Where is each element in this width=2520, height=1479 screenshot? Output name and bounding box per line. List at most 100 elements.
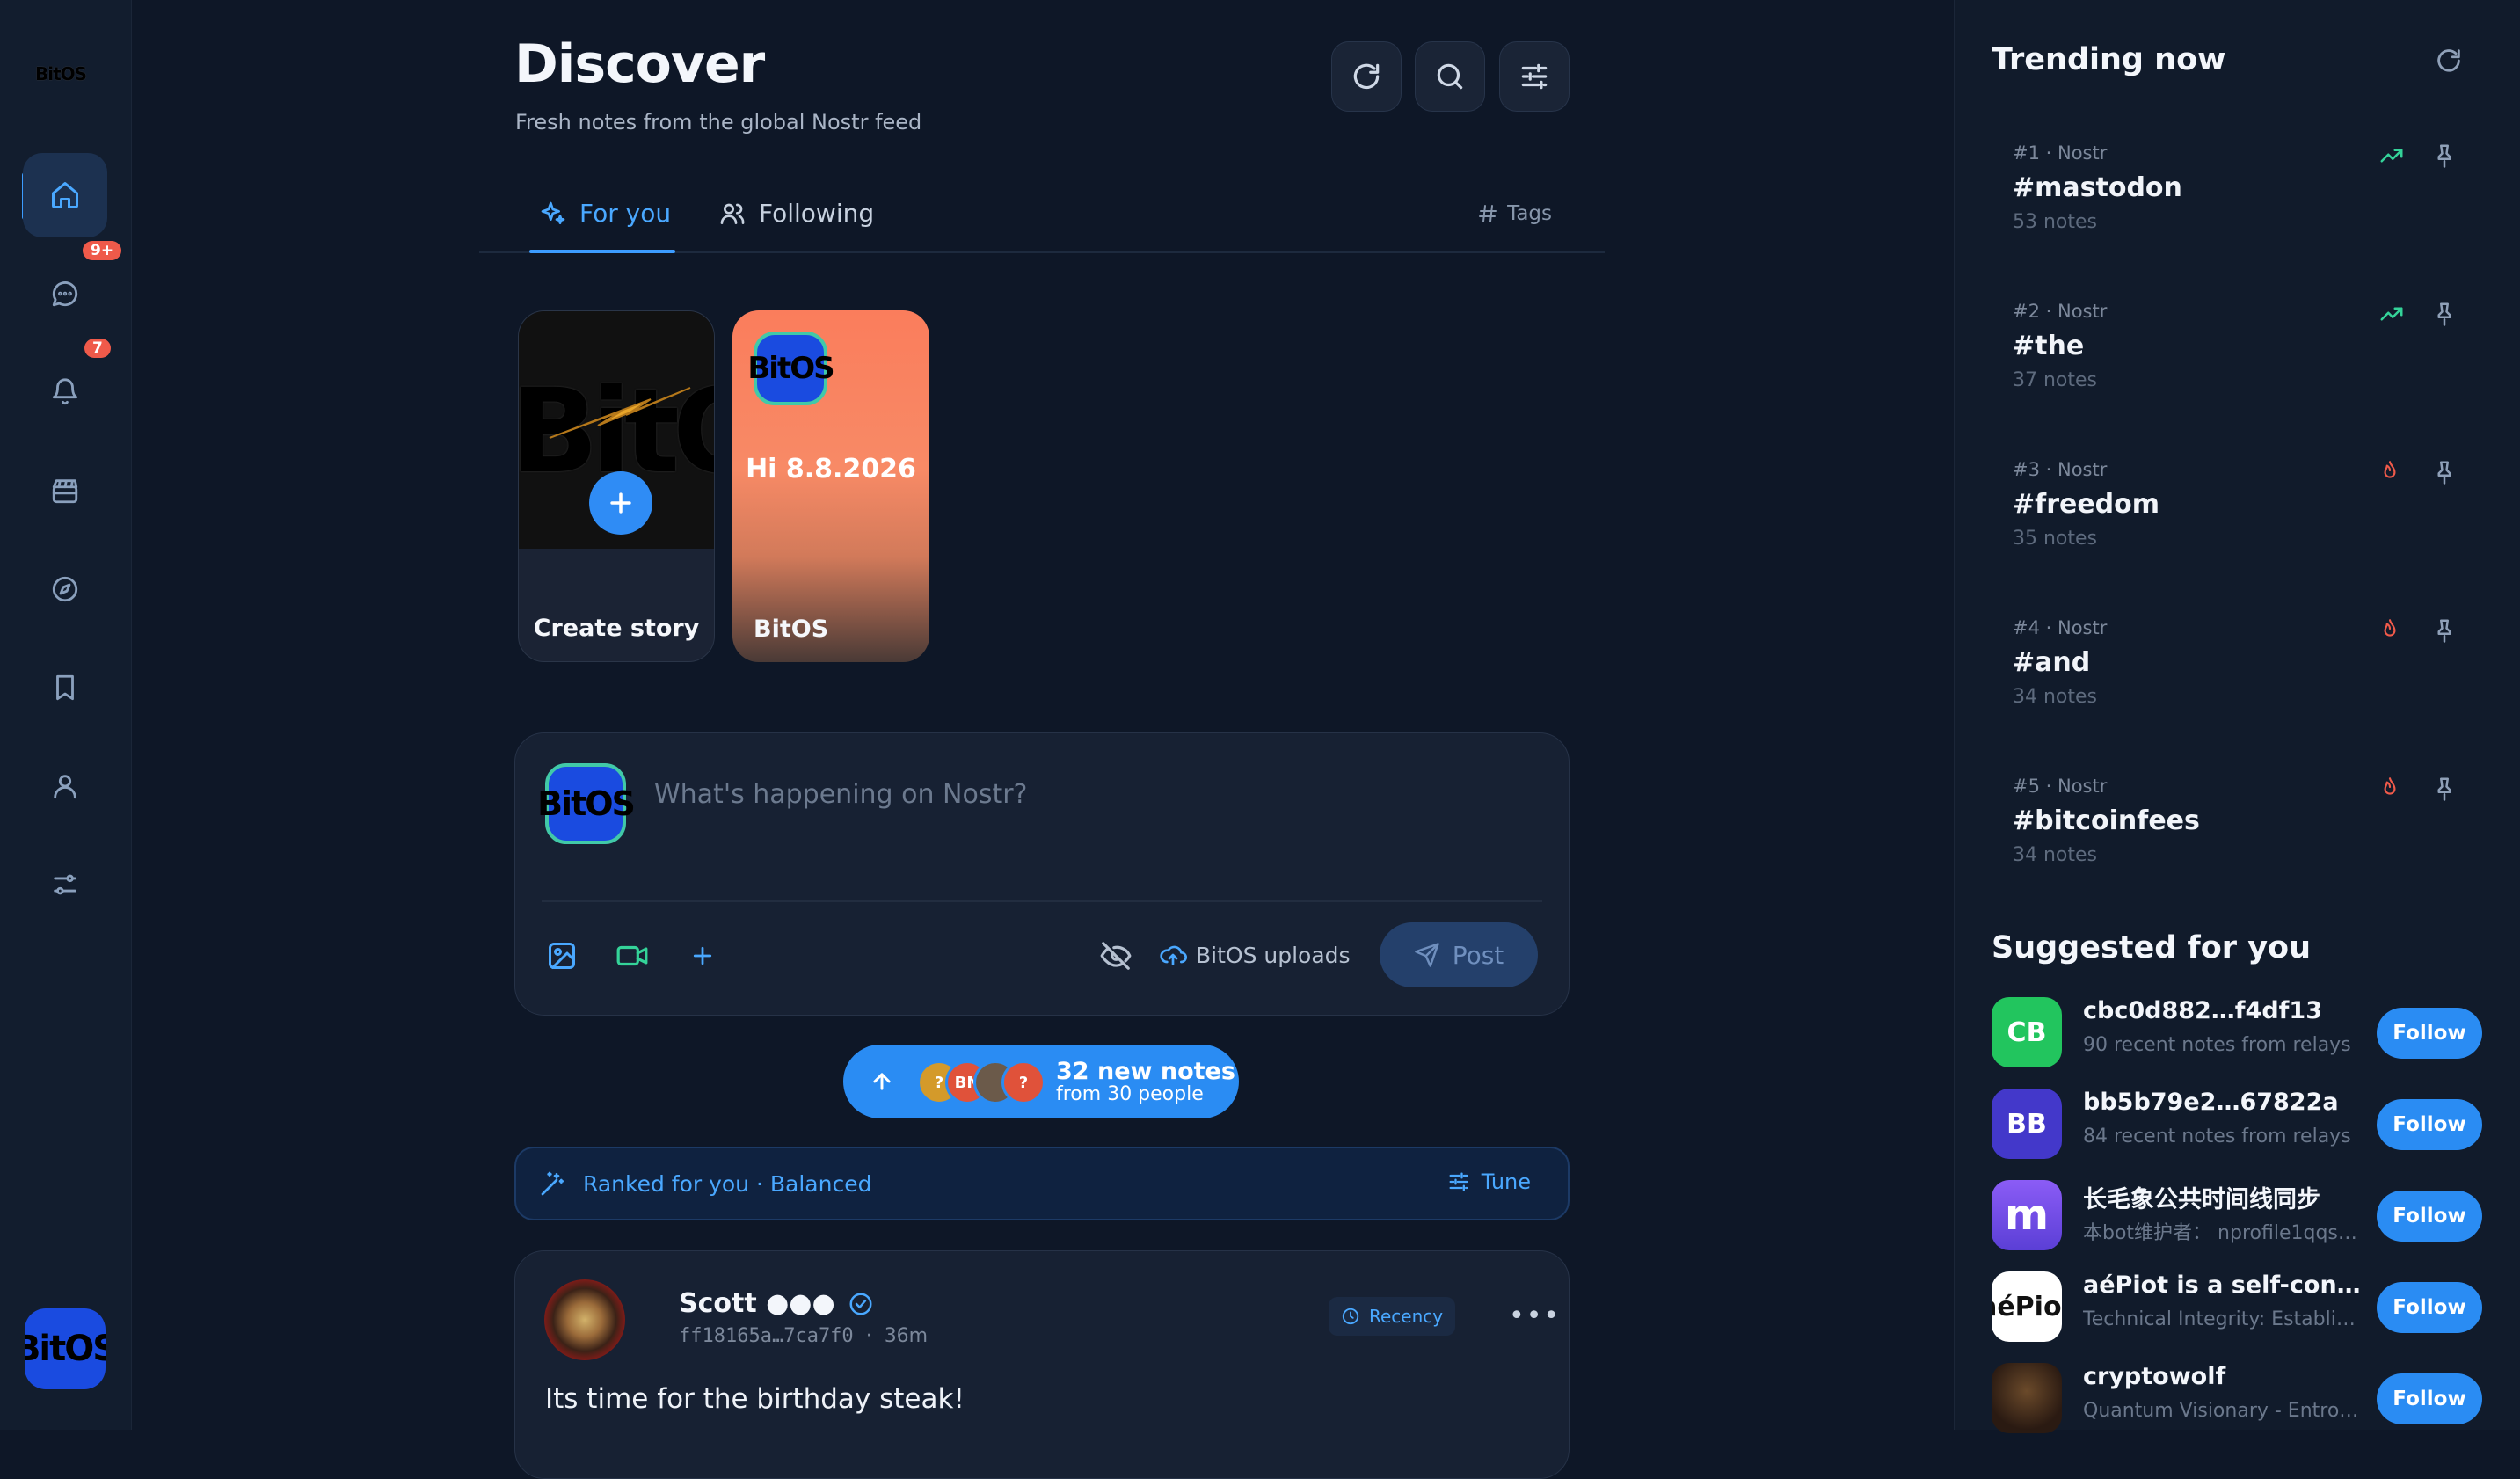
- suggested-name[interactable]: 长毛象公共时间线同步: [2083, 1180, 2364, 1214]
- divider: [542, 900, 1542, 902]
- suggested-description: Technical Integrity: Establish...: [2083, 1308, 2363, 1330]
- cloud-upload-icon: [1159, 941, 1187, 969]
- nav-settings[interactable]: [23, 842, 107, 927]
- trending-refresh-button[interactable]: [2434, 46, 2464, 76]
- plus-icon: [606, 488, 636, 518]
- clock-icon: [1341, 1307, 1360, 1326]
- add-more-button[interactable]: [682, 936, 723, 976]
- tab-active-underline: [529, 250, 675, 253]
- suggested-name[interactable]: cbc0d882…f4df13: [2083, 997, 2364, 1024]
- suggested-avatar[interactable]: CB: [1992, 997, 2062, 1067]
- refresh-icon: [1350, 60, 1383, 93]
- lightning-bolt-icon: [549, 387, 691, 439]
- uploads-selector[interactable]: BitOS uploads: [1159, 941, 1351, 969]
- suggested-name[interactable]: aéPiot is a self-contain...: [2083, 1271, 2364, 1299]
- messages-badge: 9+: [83, 241, 122, 260]
- trending-tag: #and: [2013, 647, 2091, 678]
- nav-home[interactable]: [23, 153, 107, 237]
- trending-item[interactable]: #3 · Nostr #freedom 35 notes: [1992, 440, 2493, 584]
- magic-wand-icon: [539, 1169, 567, 1198]
- post-label: Post: [1452, 940, 1504, 970]
- filter-button[interactable]: [1499, 41, 1570, 112]
- trending-up-icon: [2378, 142, 2405, 169]
- recency-badge: Recency: [1329, 1297, 1456, 1336]
- nav-notifications[interactable]: [23, 350, 107, 434]
- composer-input[interactable]: What's happening on Nostr?: [654, 779, 1027, 810]
- post-more-button[interactable]: •••: [1509, 1300, 1561, 1331]
- follow-button[interactable]: Follow: [2377, 1373, 2482, 1424]
- follow-button[interactable]: Follow: [2377, 1191, 2482, 1242]
- nav-messages[interactable]: [23, 251, 107, 336]
- post-body: Its time for the birthday steak!: [545, 1383, 965, 1415]
- tags-button[interactable]: Tags: [1477, 202, 1552, 225]
- refresh-button[interactable]: [1331, 41, 1402, 112]
- trending-up-icon: [2378, 301, 2405, 327]
- author-name[interactable]: Scott ●●●: [679, 1288, 874, 1319]
- trending-count: 37 notes: [2013, 369, 2098, 391]
- tab-following-label: Following: [759, 199, 875, 228]
- suggested-user: CB cbc0d882…f4df13 90 recent notes from re…: [1992, 994, 2510, 1073]
- content-warning-toggle[interactable]: [1096, 936, 1136, 976]
- create-story-card[interactable]: BitOS Create story: [518, 310, 715, 662]
- post-meta: ff18165a…7ca7f0 · 36m: [679, 1325, 928, 1347]
- pin-icon[interactable]: [2431, 776, 2458, 802]
- suggested-avatar[interactable]: BB: [1992, 1089, 2062, 1159]
- avatar: ?: [1001, 1060, 1045, 1104]
- search-button[interactable]: [1415, 41, 1485, 112]
- trending-item[interactable]: #2 · Nostr #the 37 notes: [1992, 281, 2493, 426]
- pin-icon[interactable]: [2431, 142, 2458, 169]
- notifications-badge: 7: [84, 339, 111, 358]
- suggested-name[interactable]: bb5b79e2…67822a: [2083, 1089, 2364, 1116]
- tags-label: Tags: [1507, 202, 1552, 225]
- suggested-description: Quantum Visionary - Entrop...: [2083, 1400, 2363, 1422]
- pin-icon[interactable]: [2431, 459, 2458, 485]
- suggested-name[interactable]: cryptowolf: [2083, 1363, 2364, 1390]
- suggested-avatar[interactable]: [1992, 1363, 2062, 1433]
- suggested-user: aéPiot aéPiot is a self-contain... Technic…: [1992, 1268, 2510, 1347]
- trending-count: 35 notes: [2013, 528, 2098, 550]
- author-pubkey[interactable]: ff18165a…7ca7f0: [679, 1325, 854, 1347]
- post-button[interactable]: Post: [1380, 922, 1538, 987]
- trending-tag: #mastodon: [2013, 172, 2182, 203]
- follow-button[interactable]: Follow: [2377, 1008, 2482, 1059]
- add-story-button[interactable]: [589, 471, 652, 535]
- sparkles-icon: [539, 200, 567, 228]
- compass-icon: [50, 574, 80, 604]
- app-logo[interactable]: BitOS: [35, 63, 91, 84]
- tab-following[interactable]: Following: [718, 199, 874, 228]
- add-video-button[interactable]: [612, 936, 652, 976]
- add-image-button[interactable]: [542, 936, 582, 976]
- account-avatar[interactable]: BitOS: [25, 1308, 106, 1389]
- flame-icon: [2378, 459, 2401, 482]
- ranking-bar: Ranked for you · Balanced Tune: [514, 1147, 1570, 1220]
- pin-icon[interactable]: [2431, 617, 2458, 644]
- nav-media[interactable]: [23, 448, 107, 533]
- refresh-icon: [2434, 46, 2464, 76]
- trending-item[interactable]: #5 · Nostr #bitcoinfees 34 notes: [1992, 756, 2493, 900]
- trending-item[interactable]: #1 · Nostr #mastodon 53 notes: [1992, 123, 2493, 267]
- pin-icon[interactable]: [2431, 301, 2458, 327]
- story-card[interactable]: BitOS Hi 8.8.2026 BitOS: [732, 310, 929, 662]
- author-avatar[interactable]: [544, 1279, 625, 1360]
- suggested-user: m 长毛象公共时间线同步 本bot维护者： nprofile1qqsd... Foll…: [1992, 1177, 2510, 1256]
- user-icon: [50, 771, 80, 801]
- follow-button[interactable]: Follow: [2377, 1099, 2482, 1150]
- new-notes-pill[interactable]: ? BN ? 32 new notes from 30 people: [843, 1045, 1239, 1118]
- suggested-avatar[interactable]: aéPiot: [1992, 1271, 2062, 1342]
- trending-tag: #bitcoinfees: [2013, 805, 2200, 836]
- right-sidebar: Trending now #1 · Nostr #mastodon 53 notes…: [1954, 0, 2520, 1433]
- suggested-user: BB bb5b79e2…67822a 84 recent notes from re…: [1992, 1085, 2510, 1164]
- users-icon: [718, 200, 747, 228]
- tune-button[interactable]: Tune: [1446, 1169, 1531, 1194]
- tab-for-you[interactable]: For you: [539, 199, 671, 228]
- nav-explore[interactable]: [23, 547, 107, 631]
- nav-profile[interactable]: [23, 744, 107, 828]
- new-notes-people: from 30 people: [1056, 1082, 1204, 1105]
- page-subtitle: Fresh notes from the global Nostr feed: [515, 110, 922, 135]
- suggested-avatar[interactable]: m: [1992, 1180, 2062, 1250]
- follow-button[interactable]: Follow: [2377, 1282, 2482, 1333]
- trending-item[interactable]: #4 · Nostr #and 34 notes: [1992, 598, 2493, 742]
- nav-bookmarks[interactable]: [23, 645, 107, 730]
- feed-tabs: For you Following Tags: [479, 172, 1605, 253]
- trending-count: 34 notes: [2013, 844, 2098, 866]
